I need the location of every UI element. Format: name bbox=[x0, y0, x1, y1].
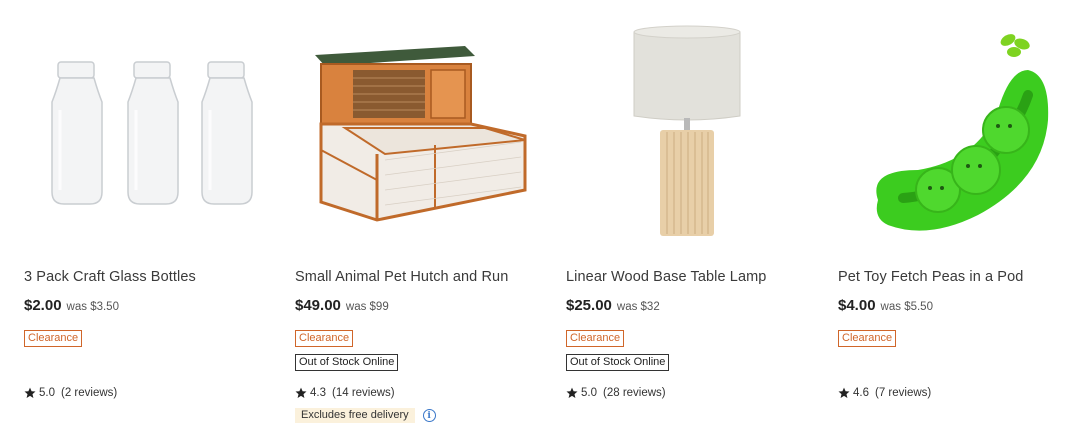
star-icon bbox=[295, 387, 307, 398]
star-icon bbox=[566, 387, 578, 398]
rating: 5.0 (28 reviews) bbox=[566, 387, 666, 399]
price-row: $4.00 was $5.50 bbox=[838, 297, 933, 315]
review-count[interactable]: (14 reviews) bbox=[332, 387, 395, 399]
out-of-stock-badge: Out of Stock Online bbox=[566, 354, 670, 371]
was-price: was $5.50 bbox=[880, 301, 933, 313]
out-of-stock-badge: Out of Stock Online bbox=[295, 354, 399, 371]
review-count[interactable]: (2 reviews) bbox=[61, 387, 117, 399]
rating: 5.0 (2 reviews) bbox=[24, 387, 117, 399]
product-price: $4.00 bbox=[838, 297, 876, 314]
rating-value: 5.0 bbox=[581, 387, 597, 399]
pet-hutch-image[interactable] bbox=[285, 20, 545, 250]
product-card[interactable]: 3 Pack Craft Glass Bottles $2.00 was $3.5… bbox=[24, 0, 274, 432]
product-title[interactable]: Pet Toy Fetch Peas in a Pod bbox=[838, 269, 1023, 285]
rating-value: 4.3 bbox=[310, 387, 326, 399]
product-card[interactable]: Small Animal Pet Hutch and Run $49.00 was… bbox=[295, 0, 545, 432]
review-count[interactable]: (28 reviews) bbox=[603, 387, 666, 399]
price-row: $49.00 was $99 bbox=[295, 297, 389, 315]
was-price: was $99 bbox=[345, 301, 389, 313]
was-price: was $32 bbox=[616, 301, 660, 313]
star-icon bbox=[24, 387, 36, 398]
rating: 4.3 (14 reviews) bbox=[295, 387, 395, 399]
clearance-badge: Clearance bbox=[838, 330, 897, 347]
delivery-note: Excludes free delivery i bbox=[295, 408, 436, 423]
rating-value: 5.0 bbox=[39, 387, 55, 399]
peas-pod-toy-image[interactable] bbox=[828, 20, 1080, 250]
product-card[interactable]: Pet Toy Fetch Peas in a Pod $4.00 was $5.… bbox=[838, 0, 1080, 432]
clearance-badge: Clearance bbox=[24, 330, 83, 347]
star-icon bbox=[838, 387, 850, 398]
excludes-free-delivery-label: Excludes free delivery bbox=[295, 408, 415, 423]
review-count[interactable]: (7 reviews) bbox=[875, 387, 931, 399]
product-card[interactable]: Linear Wood Base Table Lamp $25.00 was $3… bbox=[566, 0, 816, 432]
product-grid: 3 Pack Craft Glass Bottles $2.00 was $3.5… bbox=[0, 0, 1080, 432]
product-price: $2.00 bbox=[24, 297, 62, 314]
product-title[interactable]: Small Animal Pet Hutch and Run bbox=[295, 269, 508, 285]
clearance-badge: Clearance bbox=[295, 330, 354, 347]
glass-bottles-image[interactable] bbox=[14, 20, 274, 250]
product-price: $25.00 bbox=[566, 297, 612, 314]
clearance-badge: Clearance bbox=[566, 330, 625, 347]
product-title[interactable]: 3 Pack Craft Glass Bottles bbox=[24, 269, 196, 285]
table-lamp-image[interactable] bbox=[556, 20, 816, 250]
rating-value: 4.6 bbox=[853, 387, 869, 399]
price-row: $2.00 was $3.50 bbox=[24, 297, 119, 315]
was-price: was $3.50 bbox=[66, 301, 119, 313]
price-row: $25.00 was $32 bbox=[566, 297, 660, 315]
product-title[interactable]: Linear Wood Base Table Lamp bbox=[566, 269, 766, 285]
info-icon[interactable]: i bbox=[422, 409, 436, 422]
rating: 4.6 (7 reviews) bbox=[838, 387, 931, 399]
product-price: $49.00 bbox=[295, 297, 341, 314]
